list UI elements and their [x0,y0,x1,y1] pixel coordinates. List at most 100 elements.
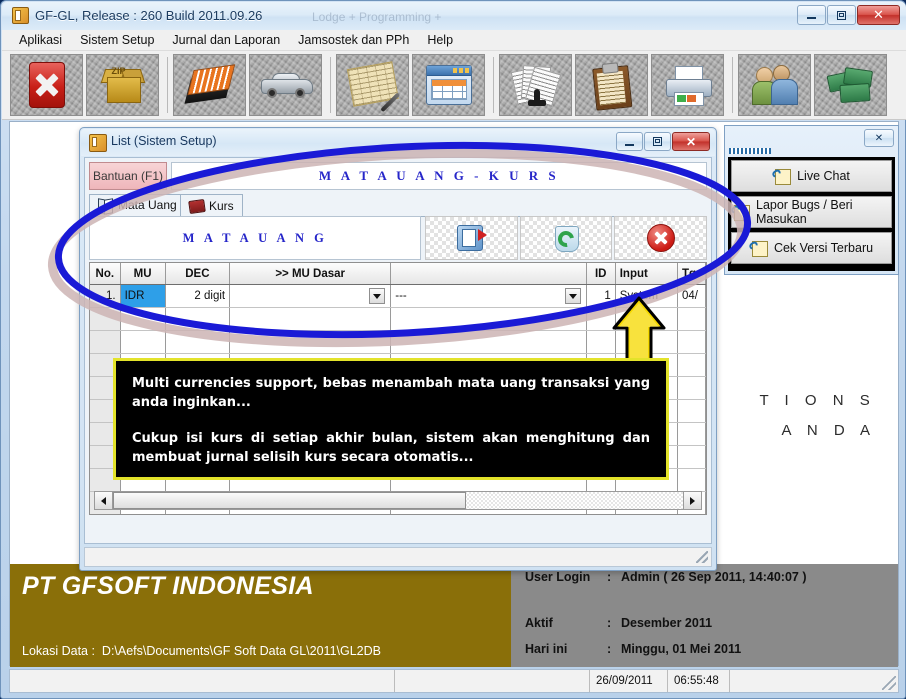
cell-extra[interactable] [390,307,587,331]
resize-grip-icon[interactable] [882,676,896,690]
info-sep: : [607,642,612,656]
cell-input[interactable] [615,307,679,331]
grid-horizontal-scrollbar[interactable] [94,491,702,510]
grid-window-button[interactable] [412,54,485,116]
table-row[interactable]: 1. IDR 2 digit --- 1 System 04/ [90,284,706,308]
cell-tgl[interactable] [677,399,706,423]
cell-extra[interactable] [390,330,587,354]
main-titlebar: GF-GL, Release : 260 Build 2011.09.26 Lo… [2,2,906,30]
cell-mu-dasar[interactable] [229,330,392,354]
cell-tgl[interactable]: 04/ [677,284,706,308]
live-chat-button[interactable]: Live Chat [731,160,892,192]
scroll-thumb[interactable] [113,492,467,509]
minimize-icon [807,17,816,19]
print-button[interactable] [651,54,724,116]
help-button[interactable]: Bantuan (F1) [89,162,167,190]
orange-book-icon [184,63,235,107]
master-data-button[interactable] [173,54,246,116]
asset-vehicle-button[interactable] [249,54,322,116]
cell-input[interactable]: System [615,284,679,308]
side-panel-close-button[interactable]: ✕ [864,129,894,147]
check-version-button[interactable]: Cek Versi Terbaru [731,232,892,264]
extra-combo[interactable]: --- [395,285,581,307]
cell-dec[interactable] [165,330,231,354]
child-close-button[interactable]: ✕ [672,132,710,151]
grid-section-title-text: M A T A U A N G [182,230,328,245]
brand-footer: PT GFSOFT INDONESIA Lokasi Data : D:\Aef… [10,564,898,667]
scroll-left-button[interactable] [95,492,113,509]
scroll-right-button[interactable] [683,492,701,509]
exit-button[interactable] [10,54,83,116]
cell-tgl[interactable] [677,307,706,331]
reports-button[interactable] [499,54,572,116]
col-tgl[interactable]: Tg [677,263,706,285]
tab-kurs[interactable]: Kurs [180,194,243,216]
col-blank[interactable] [390,263,587,285]
window-grid-icon [425,65,472,105]
info-value: Admin ( 26 Sep 2011, 14:40:07 ) [621,570,807,584]
close-record-button[interactable] [614,216,708,260]
cell-tgl[interactable] [677,445,706,469]
menu-item-aplikasi[interactable]: Aplikasi [10,31,71,49]
col-mu-dasar[interactable]: >> MU Dasar [229,263,392,285]
col-mu[interactable]: MU [120,263,166,285]
journal-entry-button[interactable] [336,54,409,116]
main-window: GF-GL, Release : 260 Build 2011.09.26 Lo… [0,0,906,699]
menu-item-jamsostek-dan-pph[interactable]: Jamsostek dan PPh [289,31,418,49]
backup-zip-button[interactable]: ZIP [86,54,159,116]
cell-tgl[interactable] [677,422,706,446]
menu-item-sistem-setup[interactable]: Sistem Setup [71,31,163,49]
module-header: M A T A U A N G - K U R S [171,162,707,190]
cell-tgl[interactable] [677,330,706,354]
cell-id[interactable]: 1 [586,284,616,308]
close-button[interactable]: ✕ [857,5,900,25]
col-no[interactable]: No. [90,263,121,285]
cell-mu[interactable]: IDR [120,284,166,308]
close-icon: ✕ [873,7,884,23]
cell-tgl[interactable] [677,468,706,492]
info-key: Hari ini [525,642,568,656]
cell-id[interactable] [586,330,616,354]
toolbar-separator [732,57,733,113]
mu-dasar-combo[interactable] [234,285,386,307]
brand-right-panel: User Login: Admin ( 26 Sep 2011, 14:40:07… [511,564,898,667]
watermark-line-1: T I O N S [759,392,876,409]
child-resize-grip-icon[interactable] [696,551,708,563]
cell-dec[interactable] [165,307,231,331]
cell-mu[interactable] [120,330,166,354]
minimize-button[interactable] [797,5,826,25]
col-id[interactable]: ID [586,263,616,285]
menu-bar: Aplikasi Sistem Setup Jurnal dan Laporan… [2,30,906,51]
cell-tgl[interactable] [677,353,706,377]
cell-tgl[interactable] [677,376,706,400]
maximize-button[interactable] [827,5,856,25]
cell-extra[interactable]: --- [390,284,587,308]
cell-mu-dasar[interactable] [229,307,392,331]
car-icon [260,72,313,98]
table-row[interactable] [90,330,706,354]
cell-mu[interactable] [120,307,166,331]
cell-dec[interactable]: 2 digit [165,284,231,308]
chat-note-icon [770,167,792,185]
chevron-down-icon[interactable] [369,288,386,304]
child-minimize-button[interactable] [616,132,643,151]
cell-id[interactable] [586,307,616,331]
child-maximize-button[interactable] [644,132,671,151]
chevron-down-icon[interactable] [564,288,581,304]
cell-mu-dasar[interactable] [229,284,392,308]
col-input[interactable]: Input [615,263,679,285]
report-bugs-button[interactable]: Lapor Bugs / Beri Masukan [729,196,892,228]
refresh-button[interactable] [519,216,613,260]
users-button[interactable] [738,54,811,116]
col-dec[interactable]: DEC [165,263,231,285]
scroll-track[interactable] [113,492,683,509]
menu-item-jurnal-dan-laporan[interactable]: Jurnal dan Laporan [163,31,289,49]
export-button[interactable] [425,216,518,260]
menu-item-help[interactable]: Help [418,31,462,49]
watermark-line-2: A N D A [781,422,876,439]
cash-button[interactable] [814,54,887,116]
clipboard-button[interactable] [575,54,648,116]
tab-mata-uang[interactable]: Mata Uang [89,194,186,216]
cell-input[interactable] [615,330,679,354]
table-row[interactable] [90,307,706,331]
